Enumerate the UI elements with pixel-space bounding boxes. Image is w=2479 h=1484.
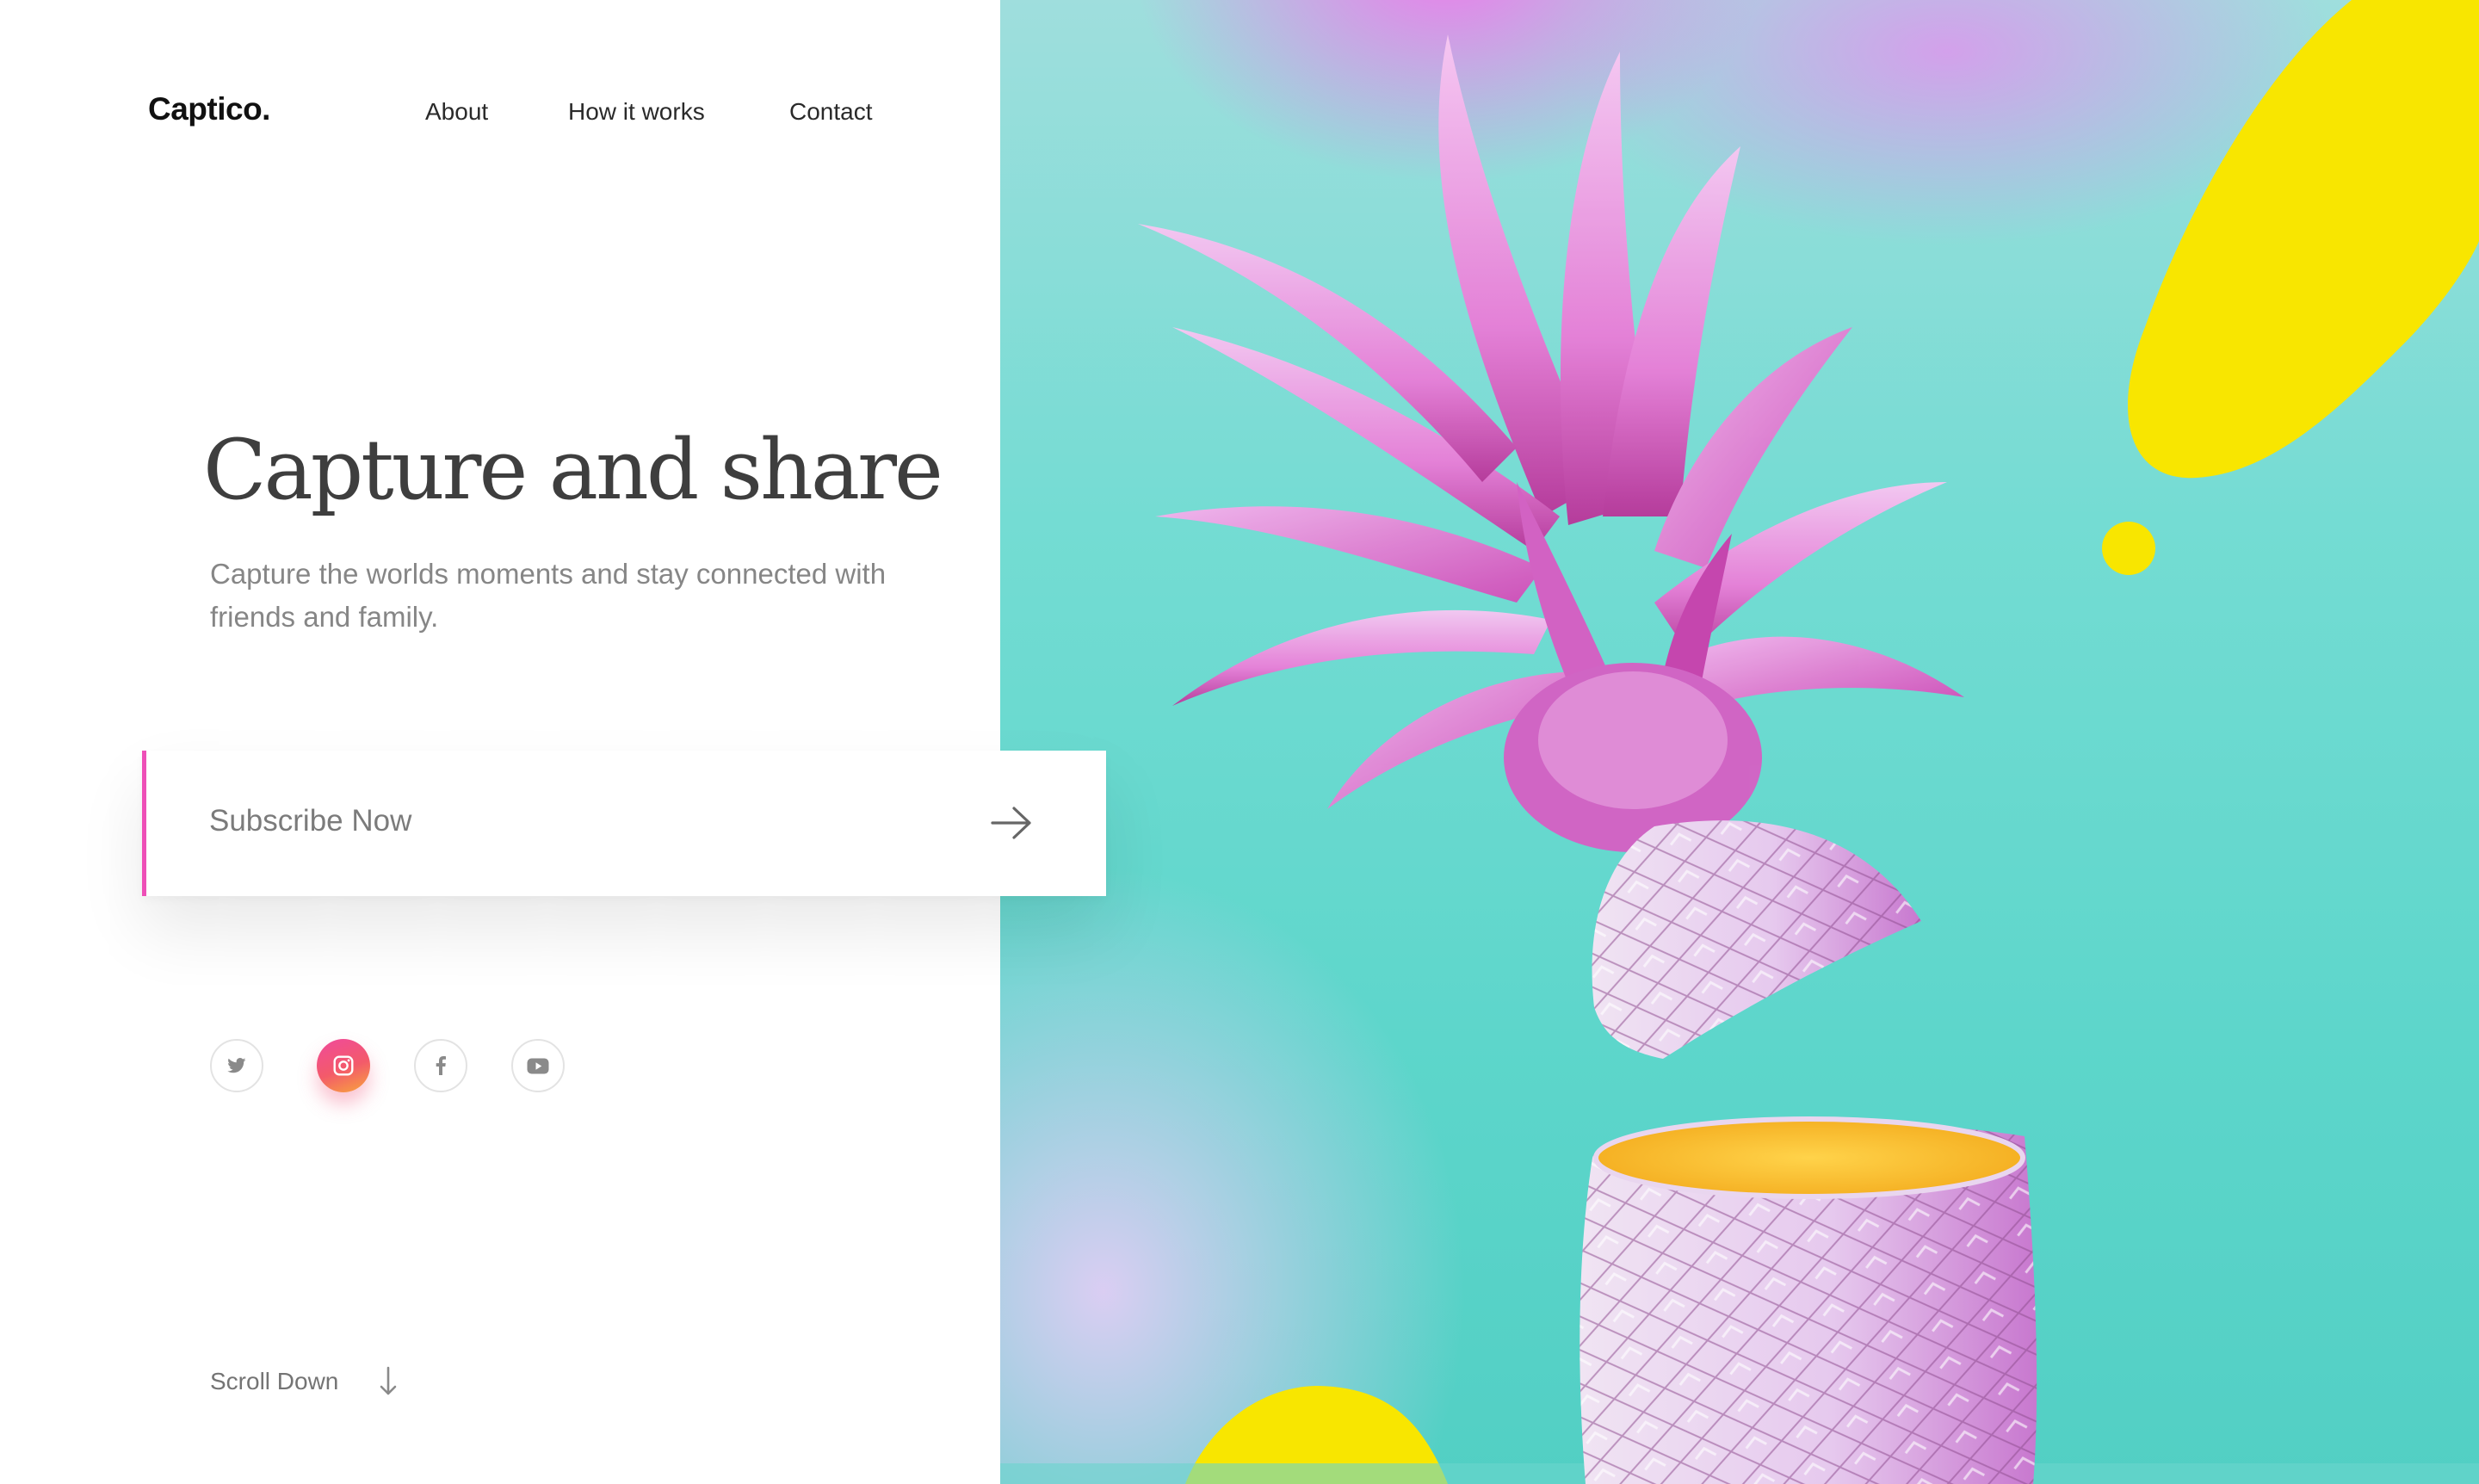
subscribe-field[interactable]: Subscribe Now	[142, 751, 1106, 896]
nav-about[interactable]: About	[425, 98, 488, 126]
arrow-down-icon	[380, 1366, 397, 1395]
subscribe-label: Subscribe Now	[209, 804, 412, 838]
nav-contact[interactable]: Contact	[789, 98, 873, 126]
page-subtitle: Capture the worlds moments and stay conn…	[210, 558, 887, 633]
arrow-right-icon[interactable]	[990, 804, 1033, 842]
scroll-down-link[interactable]: Scroll Down	[210, 1366, 397, 1395]
page-title: Capture and share	[203, 422, 943, 518]
instagram-button[interactable]	[317, 1039, 370, 1092]
left-panel: Captico. About How it works Contact Capt…	[0, 0, 1000, 1484]
pineapple-illustration	[1000, 0, 2479, 1484]
hero-image	[1000, 0, 2479, 1484]
facebook-button[interactable]	[414, 1039, 467, 1092]
scroll-down-label: Scroll Down	[210, 1368, 339, 1394]
facebook-icon	[436, 1056, 446, 1075]
nav-how-it-works[interactable]: How it works	[568, 98, 705, 126]
youtube-button[interactable]	[511, 1039, 565, 1092]
brand-logo[interactable]: Captico.	[148, 91, 270, 127]
landing-page: Captico. About How it works Contact Capt…	[0, 0, 2479, 1484]
subscribe-accent-bar	[142, 751, 146, 896]
instagram-icon	[333, 1055, 354, 1076]
twitter-button[interactable]	[210, 1039, 263, 1092]
youtube-icon	[527, 1058, 549, 1073]
twitter-icon	[227, 1058, 246, 1073]
